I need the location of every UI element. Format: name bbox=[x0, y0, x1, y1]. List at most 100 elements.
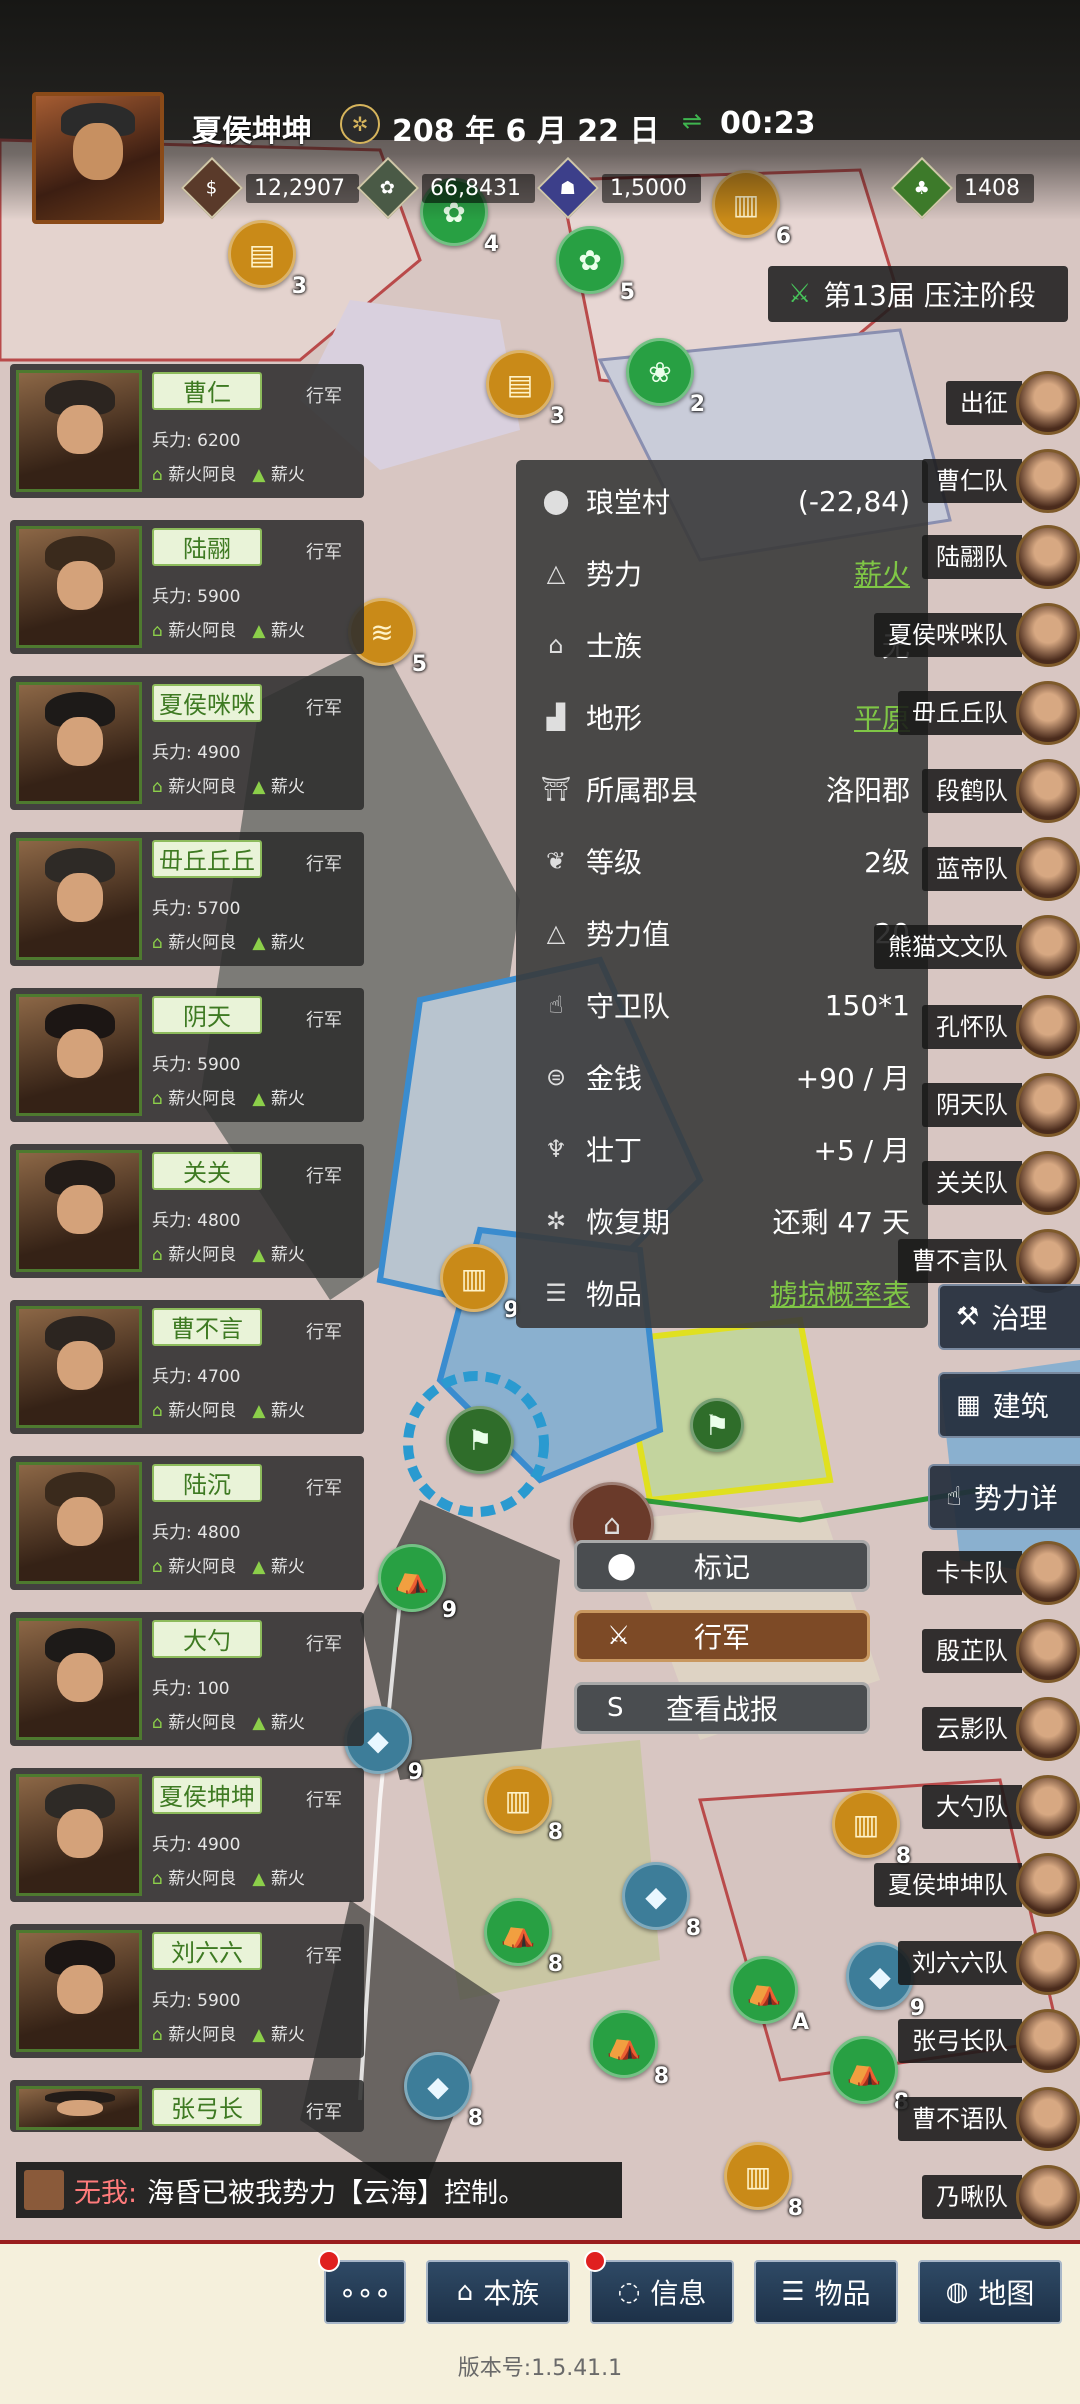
cotton-icon[interactable]: ❀ 2 bbox=[626, 338, 705, 417]
info-value[interactable]: 薪火 bbox=[854, 553, 910, 593]
speed-icon[interactable]: ⇌ bbox=[672, 106, 712, 136]
tent-icon[interactable]: ⛺ A bbox=[730, 1956, 809, 2035]
scroll-icon[interactable]: ▥ 8 bbox=[832, 1790, 911, 1869]
army-unit-icon[interactable]: ⚑ bbox=[690, 1398, 744, 1452]
troop-item[interactable]: 夏侯坤坤队 bbox=[874, 1853, 1080, 1917]
general-card[interactable]: 阴天 行军 兵力: 5900 ⌂ 薪火阿良 ▲ 薪火 bbox=[10, 988, 364, 1122]
tent-icon[interactable]: ⛺8 bbox=[590, 2010, 669, 2089]
general-card[interactable]: 大勺 行军 兵力: 100 ⌂ 薪火阿良 ▲ 薪火 bbox=[10, 1612, 364, 1746]
build-button[interactable]: ▦ 建筑 bbox=[938, 1372, 1080, 1438]
info-value[interactable]: 掳掠概率表 bbox=[770, 1273, 910, 1313]
general-card[interactable]: 夏侯坤坤 行军 兵力: 4900 ⌂ 薪火阿良 ▲ 薪火 bbox=[10, 1768, 364, 1902]
portrait-face bbox=[57, 405, 103, 455]
general-portrait[interactable] bbox=[16, 1618, 142, 1740]
mountain-icon: ▲ bbox=[252, 2025, 266, 2045]
troop-item[interactable]: 张弓长队 bbox=[898, 2009, 1080, 2073]
resource-grain[interactable]: ✿ 66,8431 bbox=[356, 156, 535, 220]
general-faction: 薪火 bbox=[270, 1713, 305, 1733]
troop-item[interactable]: 孔怀队 bbox=[922, 995, 1080, 1059]
troop-item[interactable]: 乃啾队 bbox=[922, 2165, 1080, 2229]
general-portrait[interactable] bbox=[16, 838, 142, 960]
govern-button[interactable]: ⚒ 治理 bbox=[938, 1284, 1080, 1350]
troop-item[interactable]: 卡卡队 bbox=[922, 1541, 1080, 1605]
tent-icon[interactable]: ⛺8 bbox=[830, 2036, 909, 2115]
general-portrait[interactable] bbox=[16, 1462, 142, 1584]
troop-item[interactable]: 大勺队 bbox=[922, 1775, 1080, 1839]
player-avatar[interactable] bbox=[32, 92, 164, 224]
scroll-icon[interactable]: ▥ 9 bbox=[440, 1244, 519, 1323]
chat-message[interactable]: 无我: 海昏已被我势力【云海】控制。 bbox=[16, 2162, 622, 2218]
troop-item[interactable]: 刘六六队 bbox=[898, 1931, 1080, 1995]
general-card[interactable]: 毌丘丘丘 行军 兵力: 5700 ⌂ 薪火阿良 ▲ 薪火 bbox=[10, 832, 364, 966]
general-portrait[interactable] bbox=[16, 370, 142, 492]
info-button[interactable]: ◌ 信息 bbox=[590, 2260, 734, 2324]
tent-icon[interactable]: ⛺ 9 bbox=[378, 1544, 457, 1623]
troop-item[interactable]: 蓝帝队 bbox=[922, 837, 1080, 901]
general-name: 毌丘丘丘 bbox=[152, 840, 262, 878]
troop-item[interactable]: 出征 bbox=[946, 371, 1080, 435]
march-label: 行军 bbox=[693, 1621, 750, 1654]
general-card[interactable]: 陆沉 行军 兵力: 4800 ⌂ 薪火阿良 ▲ 薪火 bbox=[10, 1456, 364, 1590]
info-row[interactable]: ▟ 地形 平原 bbox=[538, 692, 910, 742]
troop-item[interactable]: 阴天队 bbox=[922, 1073, 1080, 1137]
wheat-icon[interactable]: ✿ 5 bbox=[556, 226, 635, 305]
scroll-icon[interactable]: ▥ 8 bbox=[484, 1766, 563, 1845]
battle-report-button[interactable]: S 查看战报 bbox=[574, 1682, 870, 1734]
season-banner[interactable]: ⚔ 第13届 压注阶段 bbox=[768, 266, 1068, 322]
clan-button[interactable]: ⌂ 本族 bbox=[426, 2260, 570, 2324]
general-troops: 兵力: 5900 bbox=[152, 1055, 241, 1075]
items-button[interactable]: ☰ 物品 bbox=[754, 2260, 898, 2324]
general-portrait[interactable] bbox=[16, 1150, 142, 1272]
march-button[interactable]: ⚔ 行军 bbox=[574, 1610, 870, 1662]
general-card[interactable]: 夏侯咪咪 行军 兵力: 4900 ⌂ 薪火阿良 ▲ 薪火 bbox=[10, 676, 364, 810]
guard-icon: ☝ bbox=[548, 991, 564, 1019]
troop-item[interactable]: 云影队 bbox=[922, 1697, 1080, 1761]
scroll-icon[interactable]: ▤ 3 bbox=[486, 350, 565, 429]
troop-item[interactable]: 曹不言队 bbox=[898, 1229, 1080, 1293]
general-portrait[interactable] bbox=[16, 526, 142, 648]
tent-icon[interactable]: ⛺8 bbox=[484, 1898, 563, 1977]
troop-item[interactable]: 殷芷队 bbox=[922, 1619, 1080, 1683]
map-button[interactable]: ◍ 地图 bbox=[918, 2260, 1062, 2324]
resource-gold[interactable]: $ 12,2907 bbox=[180, 156, 359, 220]
info-row[interactable]: △ 势力 薪火 bbox=[538, 548, 910, 598]
general-card[interactable]: 张弓长 行军 bbox=[10, 2080, 364, 2132]
items-icon: ☰ bbox=[545, 1279, 567, 1307]
general-tags: ⌂ 薪火阿良 ▲ 薪火 bbox=[152, 1240, 305, 1265]
general-portrait[interactable] bbox=[16, 994, 142, 1116]
general-portrait[interactable] bbox=[16, 1930, 142, 2052]
troop-item[interactable]: 关关队 bbox=[922, 1151, 1080, 1215]
general-troops: 兵力: 5900 bbox=[152, 1991, 241, 2011]
general-clan: 薪火阿良 bbox=[168, 1401, 237, 1421]
troop-item[interactable]: 夏侯咪咪队 bbox=[874, 603, 1080, 667]
general-card[interactable]: 曹不言 行军 兵力: 4700 ⌂ 薪火阿良 ▲ 薪火 bbox=[10, 1300, 364, 1434]
troop-item[interactable]: 毌丘丘队 bbox=[898, 681, 1080, 745]
general-card[interactable]: 陆翮 行军 兵力: 5900 ⌂ 薪火阿良 ▲ 薪火 bbox=[10, 520, 364, 654]
scroll-icon[interactable]: ▥ 8 bbox=[724, 2142, 803, 2221]
troop-item[interactable]: 曹不语队 bbox=[898, 2087, 1080, 2151]
troop-item[interactable]: 曹仁队 bbox=[922, 449, 1080, 513]
scroll-icon[interactable]: ▤ 3 bbox=[228, 220, 307, 299]
faction-button[interactable]: ☝ 势力详 bbox=[928, 1464, 1080, 1530]
info-row[interactable]: ☰ 物品 掳掠概率表 bbox=[538, 1268, 910, 1318]
general-portrait[interactable] bbox=[16, 1774, 142, 1896]
info-label: 恢复期 bbox=[586, 1206, 671, 1239]
general-portrait[interactable] bbox=[16, 1306, 142, 1428]
general-status: 行军 bbox=[306, 1634, 342, 1655]
mark-button[interactable]: ⬤ 标记 bbox=[574, 1540, 870, 1592]
gem-icon[interactable]: ◆ 8 bbox=[404, 2052, 483, 2131]
resource-money[interactable]: ♣ 1408 bbox=[890, 156, 1034, 220]
resource-manpower[interactable]: ☗ 1,5000 bbox=[536, 156, 701, 220]
general-portrait[interactable] bbox=[16, 682, 142, 804]
troop-item[interactable]: 段鹤队 bbox=[922, 759, 1080, 823]
general-card[interactable]: 曹仁 行军 兵力: 6200 ⌂ 薪火阿良 ▲ 薪火 bbox=[10, 364, 364, 498]
troop-item[interactable]: 熊猫文文队 bbox=[874, 915, 1080, 979]
general-card[interactable]: 关关 行军 兵力: 4800 ⌂ 薪火阿良 ▲ 薪火 bbox=[10, 1144, 364, 1278]
general-portrait[interactable] bbox=[16, 2086, 142, 2130]
more-button[interactable]: ∘∘∘ bbox=[324, 2260, 406, 2324]
general-card[interactable]: 刘六六 行军 兵力: 5900 ⌂ 薪火阿良 ▲ 薪火 bbox=[10, 1924, 364, 2058]
army-unit-icon[interactable]: ⚑ bbox=[446, 1406, 514, 1474]
clan-icon: ⌂ bbox=[152, 465, 163, 485]
gem-icon[interactable]: ◆ 8 bbox=[622, 1862, 701, 1941]
troop-item[interactable]: 陆翮队 bbox=[922, 525, 1080, 589]
